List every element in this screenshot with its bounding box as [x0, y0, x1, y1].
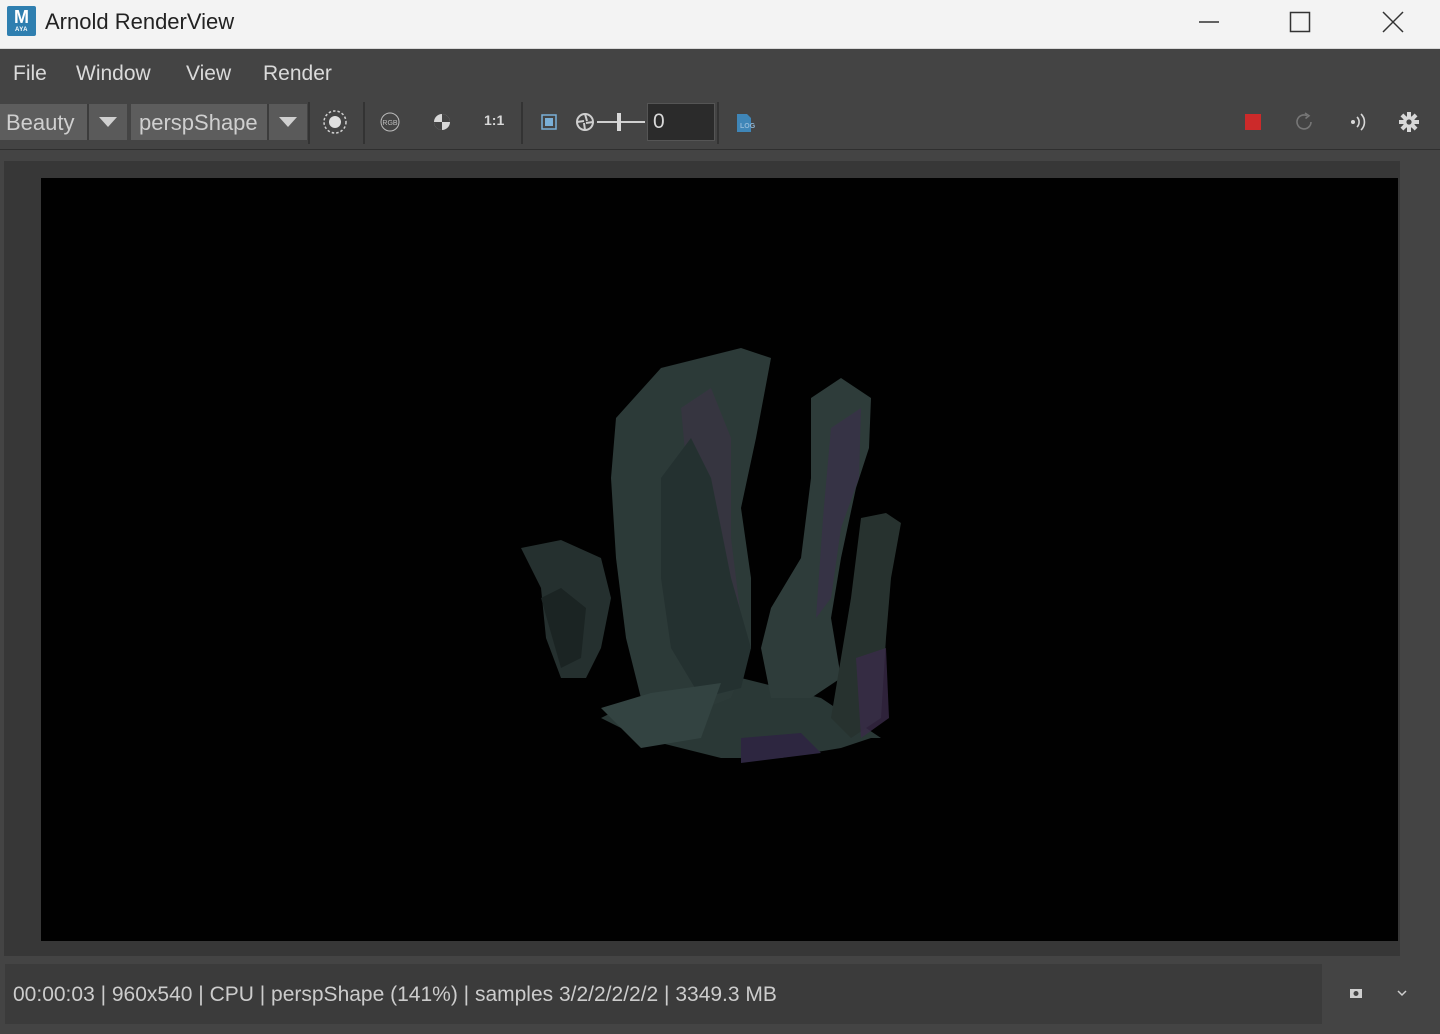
ipr-icon: [1351, 113, 1366, 131]
crop-region-button[interactable]: [532, 106, 566, 140]
maya-logo-icon: M AYA: [7, 6, 36, 36]
snapshot-button[interactable]: [1339, 977, 1373, 1011]
exposure-icon: [576, 113, 594, 131]
menu-window[interactable]: Window: [76, 62, 151, 86]
right-panel-strip: [1400, 161, 1440, 956]
close-button[interactable]: [1362, 0, 1424, 46]
aov-select-value: Beauty: [6, 110, 75, 135]
refresh-button[interactable]: [1288, 106, 1322, 140]
aov-select[interactable]: Beauty: [0, 104, 127, 140]
status-bar: 00:00:03 | 960x540 | CPU | perspShape (1…: [5, 964, 1322, 1024]
toolbar: Beauty perspShape RGB 1:1 0 LOG: [0, 99, 1440, 150]
chevron-down-icon: [1397, 990, 1407, 997]
stop-render-icon: [1245, 114, 1261, 130]
maximize-icon: [1289, 11, 1311, 33]
refresh-icon: [1296, 112, 1312, 130]
title-bar: M AYA Arnold RenderView: [0, 0, 1440, 49]
aov-dropdown-arrow[interactable]: [87, 104, 127, 140]
color-correct-button[interactable]: [425, 106, 459, 140]
settings-icon: [1399, 112, 1419, 132]
render-image[interactable]: [41, 178, 1398, 941]
menu-view[interactable]: View: [186, 62, 231, 86]
logo-sub: AYA: [14, 27, 29, 33]
camera-select-value: perspShape: [139, 110, 258, 135]
crop-region-icon: [541, 114, 557, 130]
region-icon: [323, 110, 347, 134]
rendered-crystal-image: [521, 348, 901, 763]
status-controls: [1322, 964, 1440, 1024]
status-text: 00:00:03 | 960x540 | CPU | perspShape (1…: [13, 983, 777, 1006]
camera-dropdown-arrow[interactable]: [267, 104, 307, 140]
rgb-channels-icon: RGB: [380, 112, 400, 132]
menu-bar: File Window View Render: [0, 49, 1440, 99]
camera-icon: [1350, 989, 1362, 998]
rgb-channels-button[interactable]: RGB: [373, 106, 407, 140]
rgb-label: RGB: [382, 120, 398, 127]
toolbar-separator: [521, 102, 523, 144]
toolbar-separator: [717, 102, 719, 144]
close-icon: [1382, 11, 1404, 33]
settings-button[interactable]: [1392, 106, 1426, 140]
minimize-button[interactable]: [1178, 0, 1240, 46]
status-expand-button[interactable]: [1385, 977, 1419, 1011]
menu-file[interactable]: File: [13, 62, 47, 86]
one-to-one-button[interactable]: 1:1: [484, 112, 504, 128]
stop-render-button[interactable]: [1236, 106, 1270, 140]
exposure-input[interactable]: 0: [647, 103, 715, 141]
region-button[interactable]: [318, 106, 352, 140]
logo-letter: M: [14, 7, 29, 27]
exposure-slider-track[interactable]: [597, 121, 645, 123]
toolbar-separator: [308, 102, 310, 144]
color-correct-icon: [434, 114, 450, 130]
exposure-slider-handle[interactable]: [617, 113, 621, 131]
camera-select[interactable]: perspShape: [131, 104, 307, 140]
ipr-button[interactable]: [1340, 106, 1374, 140]
chevron-down-icon: [99, 117, 117, 127]
toolbar-separator: [363, 102, 365, 144]
window-title: Arnold RenderView: [45, 9, 235, 34]
minimize-icon: [1199, 21, 1219, 23]
maximize-button[interactable]: [1269, 0, 1331, 46]
menu-render[interactable]: Render: [263, 62, 332, 86]
chevron-down-icon: [279, 117, 297, 127]
log-label: LOG: [740, 123, 756, 130]
exposure-button[interactable]: [570, 106, 604, 140]
